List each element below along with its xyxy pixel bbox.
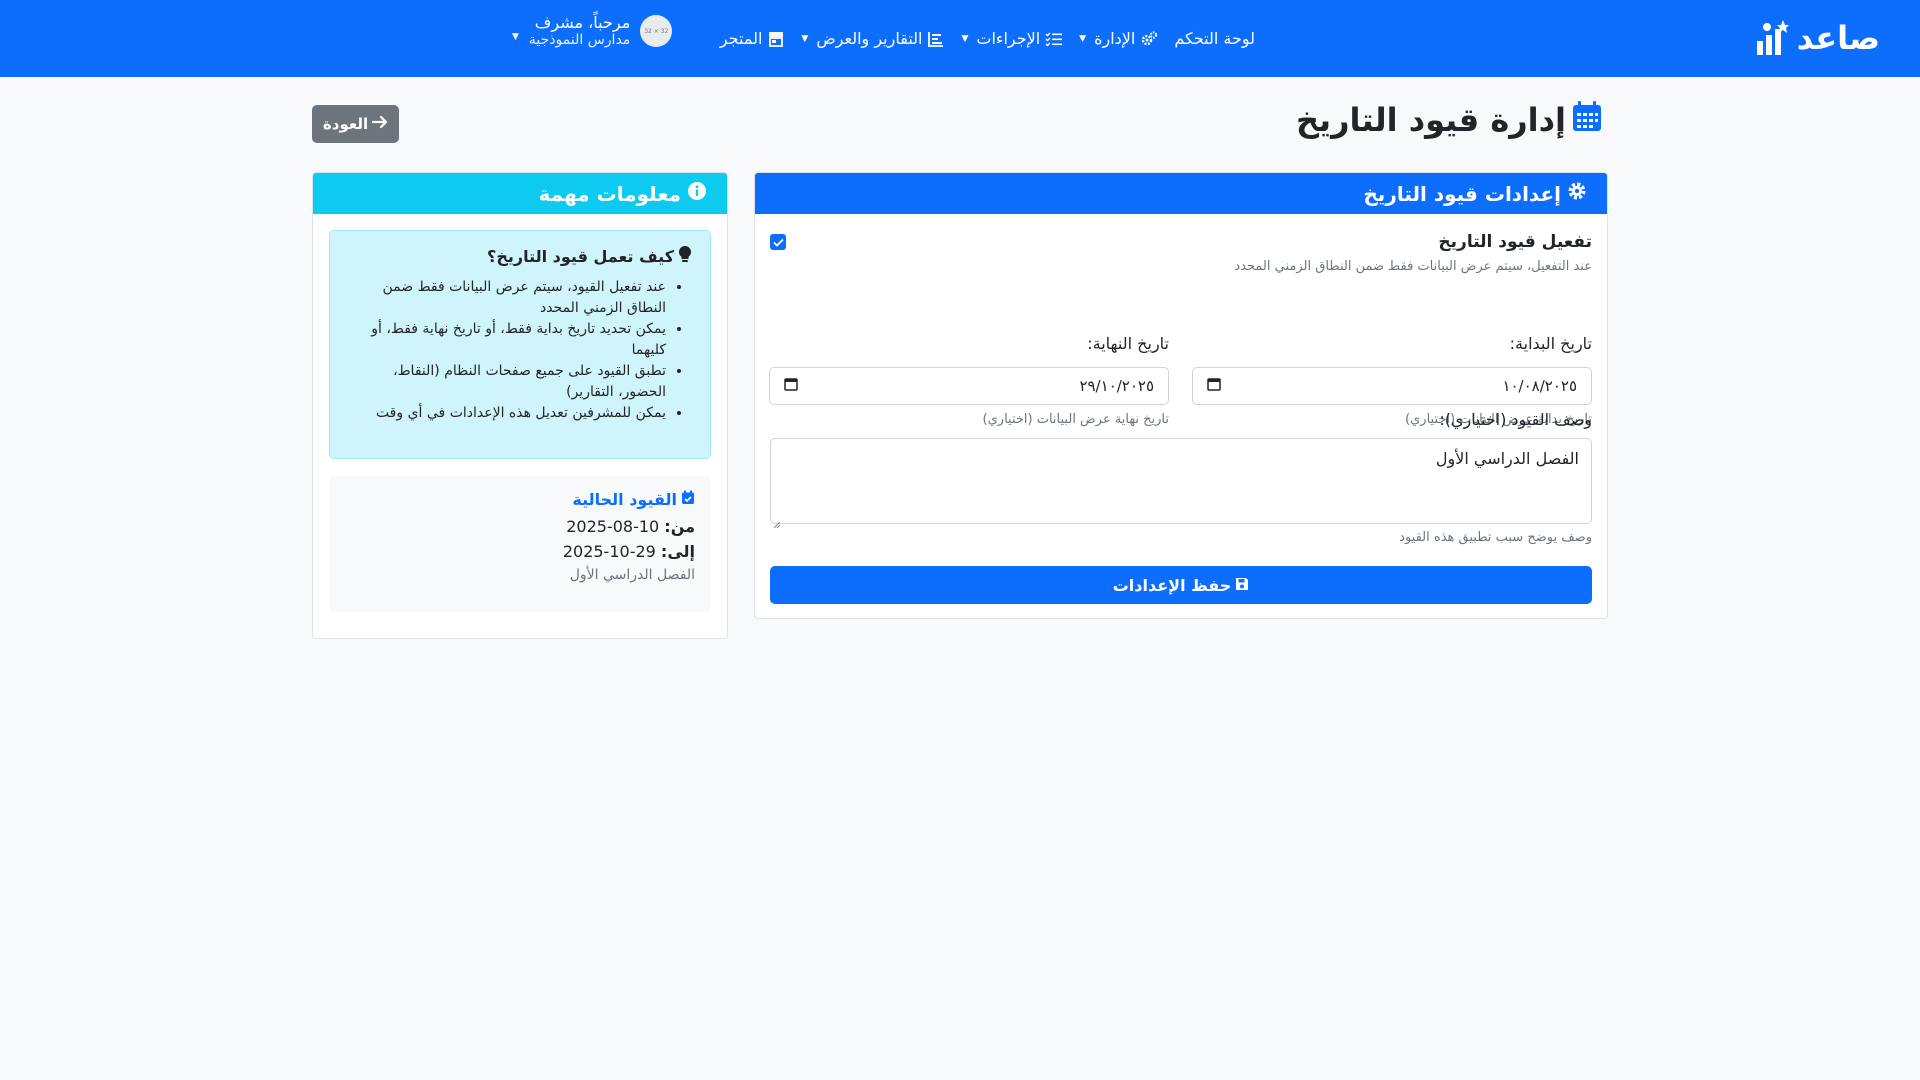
current-to-label: إلى: xyxy=(660,542,695,561)
current-restrictions-box: القيود الحالية من: 10-08-2025 إلى: 29-10… xyxy=(329,476,711,612)
save-settings-label: حفظ الإعدادات xyxy=(1112,575,1232,595)
end-date-input[interactable]: ٢٩/١٠/٢٠٢٥ xyxy=(769,367,1169,405)
nav-actions[interactable]: الإجراءات ▼ xyxy=(961,29,1063,48)
list-item: يمكن تحديد تاريخ بداية فقط، أو تاريخ نها… xyxy=(348,319,666,361)
gear-icon xyxy=(1567,181,1587,206)
settings-card-header: إعدادات قيود التاريخ xyxy=(755,173,1607,214)
brand-logo-icon xyxy=(1755,19,1789,57)
info-card-header: معلومات مهمة xyxy=(313,173,727,214)
avatar: 32 × 32 xyxy=(640,15,673,48)
current-restrictions-note: الفصل الدراسي الأول xyxy=(569,567,695,583)
gears-icon xyxy=(1140,30,1158,48)
calendar-picker-icon[interactable] xyxy=(1207,377,1221,395)
settings-card: إعدادات قيود التاريخ تفعيل قيود التاريخ … xyxy=(754,172,1608,619)
chevron-down-icon: ▼ xyxy=(961,33,969,44)
description-field-label: وصف القيود (اختياري): xyxy=(1439,410,1592,429)
current-from-label: من: xyxy=(664,517,695,536)
page-title: إدارة قيود التاريخ xyxy=(1296,100,1602,140)
nav-store-label: المتجر xyxy=(719,29,763,48)
calendar-check-icon xyxy=(681,490,695,509)
info-card: معلومات مهمة كيف تعمل قيود التاريخ؟ عند … xyxy=(312,172,728,639)
save-settings-button[interactable]: حفظ الإعدادات xyxy=(770,566,1592,604)
back-button-label: العودة xyxy=(322,115,369,133)
enable-restrictions-label: تفعيل قيود التاريخ xyxy=(1438,232,1592,252)
list-item: تطبق القيود على جميع صفحات النظام (النقا… xyxy=(348,361,666,403)
calendar-picker-icon[interactable] xyxy=(784,377,798,395)
user-menu[interactable]: 32 × 32 مرحباً، مشرف مدارس النموذجية ▼ xyxy=(512,13,673,49)
chevron-down-icon: ▼ xyxy=(512,32,519,43)
brand[interactable]: صاعد xyxy=(1755,18,1880,58)
start-date-label: تاريخ البداية: xyxy=(1509,334,1592,353)
current-to-value: 29-10-2025 xyxy=(562,542,656,561)
user-school: مدارس النموذجية xyxy=(528,32,631,49)
info-card-body: كيف تعمل قيود التاريخ؟ عند تفعيل القيود،… xyxy=(313,214,727,638)
current-to-row: إلى: 29-10-2025 xyxy=(345,542,695,561)
end-date-label: تاريخ النهاية: xyxy=(1087,334,1169,353)
user-info: مرحباً، مشرف مدارس النموذجية xyxy=(528,13,631,49)
chart-icon xyxy=(927,30,945,48)
list-item: يمكن للمشرفين تعديل هذه الإعدادات في أي … xyxy=(348,403,666,424)
description-value: الفصل الدراسي الأول xyxy=(1435,449,1579,468)
back-button[interactable]: العودة xyxy=(312,105,399,143)
description-textarea[interactable]: الفصل الدراسي الأول xyxy=(770,438,1592,529)
calendar-icon xyxy=(1572,100,1602,140)
end-date-value: ٢٩/١٠/٢٠٢٥ xyxy=(1079,377,1154,395)
description-help: وصف يوضح سبب تطبيق هذه القيود xyxy=(1399,530,1592,545)
user-greeting: مرحباً، مشرف xyxy=(534,13,631,32)
end-date-help: تاريخ نهاية عرض البيانات (اختياري) xyxy=(982,412,1169,427)
start-date-value: ١٠/٠٨/٢٠٢٥ xyxy=(1502,377,1577,395)
settings-card-title: إعدادات قيود التاريخ xyxy=(1363,181,1561,206)
store-icon xyxy=(767,30,785,48)
resize-grip-icon[interactable] xyxy=(773,514,781,529)
how-it-works-title: كيف تعمل قيود التاريخ؟ xyxy=(348,245,692,267)
list-check-icon xyxy=(1045,30,1063,48)
arrow-right-icon xyxy=(372,115,388,133)
nav-actions-label: الإجراءات xyxy=(976,29,1041,48)
current-from-row: من: 10-08-2025 xyxy=(345,517,695,536)
nav-menu: لوحة التحكم الإدارة ▼ الإجراءات ▼ التقار… xyxy=(720,0,1255,77)
how-it-works-text: كيف تعمل قيود التاريخ؟ xyxy=(487,246,674,266)
brand-name: صاعد xyxy=(1796,19,1880,57)
how-it-works-list: عند تفعيل القيود، سيتم عرض البيانات فقط … xyxy=(348,277,692,424)
current-restrictions-text: القيود الحالية xyxy=(572,490,677,509)
list-item: عند تفعيل القيود، سيتم عرض البيانات فقط … xyxy=(348,277,667,319)
nav-reports[interactable]: التقارير والعرض ▼ xyxy=(801,29,945,48)
start-date-input[interactable]: ١٠/٠٨/٢٠٢٥ xyxy=(1192,367,1592,405)
nav-dashboard-label: لوحة التحكم xyxy=(1174,29,1255,48)
info-circle-icon xyxy=(687,181,707,206)
lightbulb-icon xyxy=(678,245,692,267)
settings-form: تفعيل قيود التاريخ عند التفعيل، سيتم عرض… xyxy=(755,214,1607,618)
nav-reports-label: التقارير والعرض xyxy=(816,29,923,48)
nav-management[interactable]: الإدارة ▼ xyxy=(1079,29,1158,48)
top-navbar: صاعد لوحة التحكم الإدارة ▼ الإجراءات ▼ ا… xyxy=(0,0,1920,77)
nav-dashboard[interactable]: لوحة التحكم xyxy=(1174,29,1255,48)
page-title-text: إدارة قيود التاريخ xyxy=(1295,101,1566,139)
info-card-title: معلومات مهمة xyxy=(538,181,681,206)
current-restrictions-title: القيود الحالية xyxy=(345,490,695,509)
enable-restrictions-checkbox[interactable] xyxy=(770,234,786,250)
save-icon xyxy=(1235,576,1249,595)
chevron-down-icon: ▼ xyxy=(801,33,809,44)
nav-management-label: الإدارة xyxy=(1094,29,1136,48)
chevron-down-icon: ▼ xyxy=(1079,33,1087,44)
enable-restrictions-help: عند التفعيل، سيتم عرض البيانات فقط ضمن ا… xyxy=(1234,259,1592,274)
nav-store[interactable]: المتجر xyxy=(720,29,786,48)
how-it-works-alert: كيف تعمل قيود التاريخ؟ عند تفعيل القيود،… xyxy=(329,230,711,459)
current-from-value: 10-08-2025 xyxy=(566,517,660,536)
